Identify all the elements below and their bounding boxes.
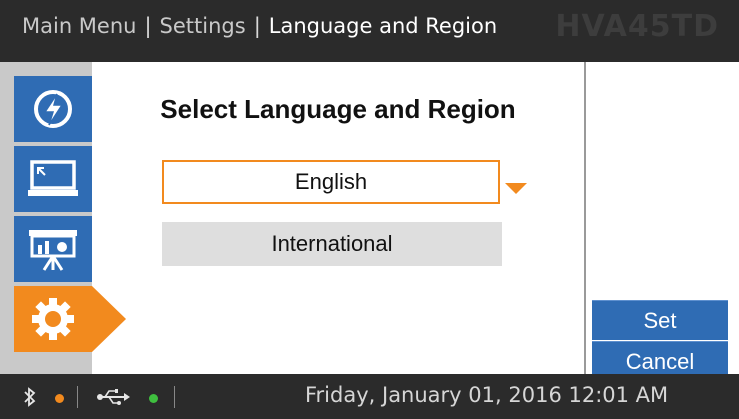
gear-icon	[32, 298, 74, 340]
language-dropdown[interactable]: English	[162, 160, 500, 204]
dropdown-arrow-icon[interactable]	[505, 183, 527, 194]
page-title: Select Language and Region	[160, 94, 516, 124]
power-icon	[34, 90, 72, 128]
usb-icon	[97, 389, 130, 405]
region-field[interactable]: International	[162, 222, 502, 266]
model-label: HVA45TD	[555, 9, 719, 44]
breadcrumb-current: Language and Region	[268, 14, 498, 38]
sidebar-item-settings[interactable]	[14, 286, 92, 352]
bluetooth-icon	[24, 387, 36, 407]
sidebar-item-power[interactable]	[14, 76, 92, 142]
status-separator	[174, 386, 175, 408]
usb-status-led	[149, 394, 158, 403]
set-button[interactable]: Set	[592, 300, 728, 340]
active-item-pointer	[92, 286, 126, 352]
breadcrumb: Main Menu | Settings | Language and Region	[22, 14, 497, 38]
sidebar-item-display[interactable]	[14, 146, 92, 212]
device-screen: Main Menu | Settings | Language and Region H…	[0, 0, 739, 419]
sidebar	[0, 62, 92, 374]
display-icon	[28, 160, 78, 196]
datetime-display: Friday, January 01, 2016 12:01 AM	[305, 383, 669, 407]
status-separator	[77, 386, 78, 408]
bluetooth-status-led	[55, 394, 64, 403]
sidebar-item-presentation[interactable]	[14, 216, 92, 282]
presentation-icon	[29, 230, 77, 271]
top-bar: Main Menu | Settings | Language and Region H…	[0, 0, 739, 62]
breadcrumb-separator: |	[253, 14, 261, 38]
divider	[584, 62, 586, 374]
breadcrumb-main-menu[interactable]: Main Menu	[22, 14, 136, 38]
status-bar: Friday, January 01, 2016 12:01 AM	[0, 374, 739, 419]
breadcrumb-settings[interactable]: Settings	[160, 14, 246, 38]
breadcrumb-separator: |	[144, 14, 152, 38]
